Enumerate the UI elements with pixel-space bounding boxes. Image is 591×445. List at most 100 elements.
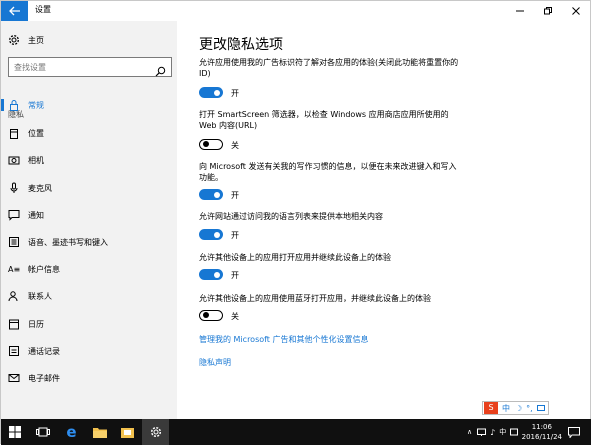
gear-icon [150,426,161,438]
ime-toolbar[interactable]: S 中 ☽ °, [482,401,549,415]
toggle-state-label: 关 [231,141,239,150]
toggle-state-label: 开 [231,89,239,98]
toggle-switch[interactable] [199,139,223,150]
sidebar-item[interactable]: 通知 [1,204,177,226]
ime-mode[interactable]: 中 [502,403,510,414]
restore-icon [544,7,552,15]
search-input[interactable]: 查找设置 [8,57,172,77]
page-title: 更改隐私选项 [199,37,283,53]
input-method-icon[interactable] [510,428,519,436]
lock-icon [8,99,20,111]
store-icon [121,427,134,438]
gear-icon [8,34,20,46]
speech-icon [8,236,20,248]
language-indicator-icon[interactable]: 中 [499,427,506,437]
folder-icon [92,427,107,438]
microphone-icon [8,182,20,194]
sidebar-item[interactable]: 联系人 [1,285,177,307]
sidebar-item[interactable]: 通话记录 [1,340,177,362]
taskbar: e ∧ ♪ 中 11:06 2016/11/24 [1,419,591,445]
close-icon [572,7,580,15]
sidebar-item[interactable]: 相机 [1,149,177,171]
location-icon [8,127,20,139]
mail-app-button[interactable] [114,419,141,445]
sidebar-item-label: 联系人 [28,291,52,301]
action-center-button[interactable] [560,419,587,445]
settings-taskbar-button[interactable] [142,419,169,445]
calendar-icon [8,318,20,330]
sidebar-item-label: 常规 [28,100,44,110]
network-icon[interactable] [477,428,487,436]
settings-window: 设置 主页 查找设置 隐私 常规 位置 相机 麦克风 通知 语音、墨迹书写和键入 A≡ 帐户信… [0,0,591,445]
restore-button[interactable] [534,1,562,21]
clock-date: 2016/11/24 [521,433,562,441]
sidebar-home-label: 主页 [28,35,44,45]
selection-indicator [1,99,4,111]
toggle-state-label: 开 [231,271,239,280]
sidebar-item-label: 通知 [28,210,44,220]
option-description: 向 Microsoft 发送有关我的写作习惯的信息，以便在未来改进键入和写入功能… [199,162,457,182]
sidebar-item[interactable]: A≡ 帐户信息 [1,258,177,280]
toggle-state-label: 关 [231,312,239,321]
toggle-switch[interactable] [199,310,223,321]
edge-button[interactable]: e [58,419,85,445]
main-content: 更改隐私选项 允许应用使用我的广告标识符了解对各应用的体验(关闭此功能将重置你的… [177,21,590,419]
link-privacy-statement[interactable]: 隐私声明 [199,357,231,368]
edge-icon: e [66,423,77,441]
link-manage-ads[interactable]: 管理我的 Microsoft 广告和其他个性化设置信息 [199,334,369,345]
account-info-icon: A≡ [8,263,20,275]
search-placeholder: 查找设置 [14,63,46,72]
toggle-switch[interactable] [199,269,223,280]
task-view-button[interactable] [29,419,56,445]
sidebar-item[interactable]: 电子邮件 [1,367,177,389]
svg-text:A≡: A≡ [8,265,20,274]
clock-time: 11:06 [531,423,552,431]
toggle-switch[interactable] [199,87,223,98]
sidebar-item-label: 麦克风 [28,183,52,193]
sidebar-item[interactable]: 常规 [1,94,177,116]
toggle-switch[interactable] [199,229,223,240]
sidebar: 主页 查找设置 隐私 常规 位置 相机 麦克风 通知 语音、墨迹书写和键入 A≡ 帐户信息 联系… [1,21,177,419]
sidebar-item[interactable]: 位置 [1,122,177,144]
contacts-icon [8,290,20,302]
punctuation-icon: °, [526,403,533,413]
volume-icon[interactable]: ♪ [490,428,495,437]
back-button[interactable] [1,1,28,21]
toggle-state-label: 开 [231,191,239,200]
clock[interactable]: 11:06 2016/11/24 [522,422,562,442]
option-description: 允许应用使用我的广告标识符了解对各应用的体验(关闭此功能将重置你的 ID) [199,58,459,78]
toggle-switch[interactable] [199,189,223,200]
sidebar-item-label: 帐户信息 [28,264,60,274]
sidebar-item[interactable]: 语音、墨迹书写和键入 [1,231,177,253]
toggle-knob [214,89,220,96]
start-button[interactable] [1,419,28,445]
toggle-knob [202,141,209,148]
title-bar: 设置 [1,1,590,21]
option-description: 允许其他设备上的应用打开应用并继续此设备上的体验 [199,253,391,262]
minimize-icon [516,10,524,12]
chevron-up-icon[interactable]: ∧ [467,428,472,436]
moon-icon: ☽ [515,403,523,413]
minimize-button[interactable] [506,1,534,21]
search-icon [155,62,166,77]
option-description: 打开 SmartScreen 筛选器，以检查 Windows 应用商店应用所使用… [199,110,449,130]
sidebar-item-label: 日历 [28,319,44,329]
keyboard-icon [536,405,545,411]
toggle-knob [202,312,209,319]
system-tray: ∧ ♪ 中 [467,419,519,445]
sidebar-item-label: 通话记录 [28,346,60,356]
windows-logo-icon [8,426,21,438]
close-button[interactable] [562,1,590,21]
task-view-icon [35,427,50,437]
toggle-knob [214,191,220,198]
sidebar-item-label: 电子邮件 [28,373,60,383]
sidebar-item-label: 相机 [28,155,44,165]
toggle-knob [214,271,220,278]
notification-icon [8,209,20,221]
sidebar-home[interactable]: 主页 [1,29,177,51]
sidebar-item[interactable]: 日历 [1,313,177,335]
toggle-state-label: 开 [231,231,239,240]
file-explorer-button[interactable] [86,419,113,445]
option-description: 允许其他设备上的应用使用蓝牙打开应用，并继续此设备上的体验 [199,294,431,303]
sidebar-item[interactable]: 麦克风 [1,177,177,199]
